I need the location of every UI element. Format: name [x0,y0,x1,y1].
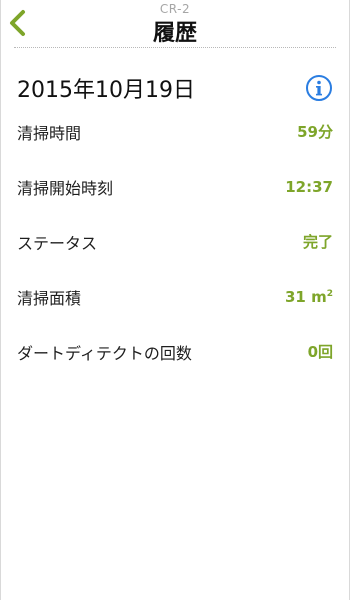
area-value: 31 m [285,287,327,306]
device-model-label: CR-2 [159,2,191,16]
row-value: 完了 [302,233,333,251]
row-dirt-detect-count: ダートディテクトの回数 0回 [17,324,333,379]
header: CR-2 履歴 [0,0,350,48]
history-details: 清掃時間 59分 清掃開始時刻 12:37 ステータス 完了 清掃面積 31 m… [17,104,333,379]
row-value: 12:37 [285,177,333,196]
area-unit-superscript: 2 [326,288,333,299]
row-label: 清掃時間 [17,123,82,143]
info-icon[interactable] [305,74,333,102]
frame-edge-left [0,0,1,600]
row-label: ダートディテクトの回数 [17,343,192,363]
row-value: 59分 [297,123,333,141]
page-title: 履歴 [152,21,197,46]
row-status: ステータス 完了 [17,214,333,269]
row-value: 31 m2 [285,288,333,306]
row-label: 清掃面積 [17,288,82,308]
row-value: 0回 [307,343,333,361]
row-start-time: 清掃開始時刻 12:37 [17,159,333,214]
row-cleaned-area: 清掃面積 31 m2 [17,269,333,324]
row-cleaning-time: 清掃時間 59分 [17,104,333,159]
history-date: 2015年10月19日 [17,78,195,103]
header-divider [14,47,336,48]
row-label: ステータス [17,233,98,253]
date-row: 2015年10月19日 [17,72,333,104]
row-label: 清掃開始時刻 [17,178,114,198]
